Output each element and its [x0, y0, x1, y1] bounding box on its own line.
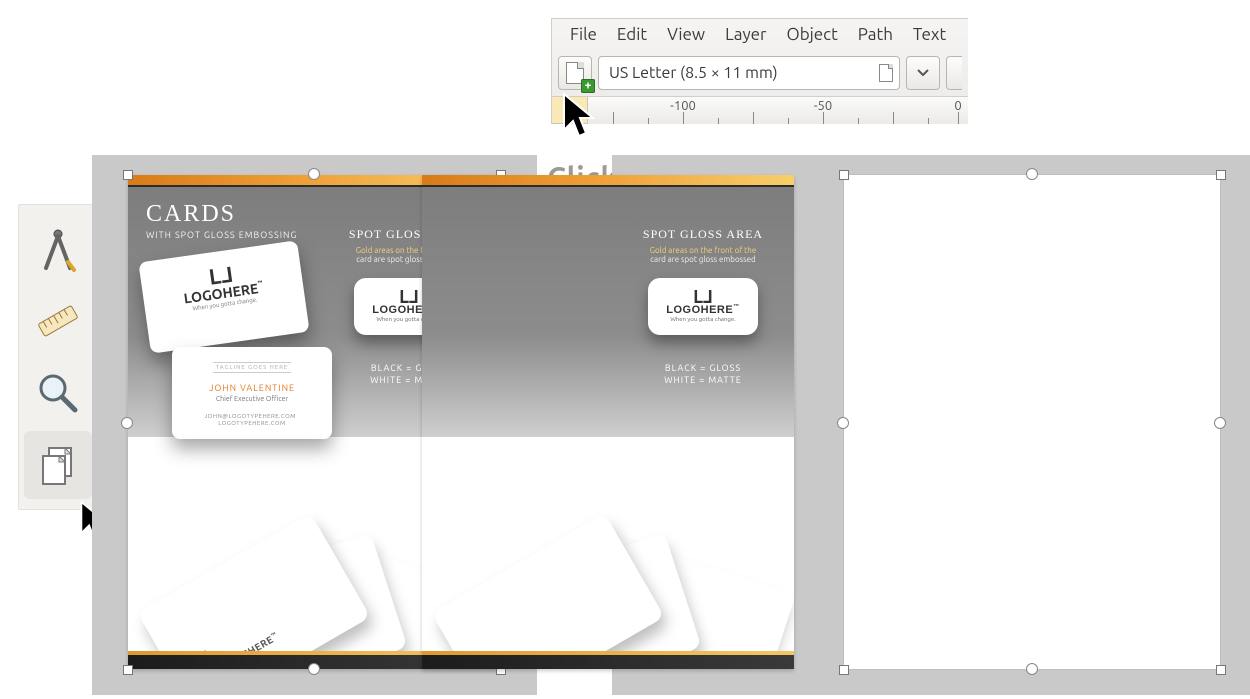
sel-handle[interactable]: [837, 417, 849, 429]
sel-handle[interactable]: [1216, 170, 1226, 180]
menu-file[interactable]: File: [560, 23, 607, 46]
page-toolbar: + US Letter (8.5 × 11 mm): [552, 52, 968, 96]
app-chrome: File Edit View Layer Object Path Text + …: [551, 18, 968, 124]
sel-handle[interactable]: [121, 417, 133, 429]
sample-card-logo: LL LOGOHERE™ When you gotta change.: [138, 240, 309, 353]
toolbar-overflow[interactable]: [946, 56, 962, 90]
sel-handle[interactable]: [1214, 417, 1226, 429]
page-2-blank[interactable]: [844, 175, 1220, 669]
page-orientation-icon: [879, 64, 893, 82]
menu-view[interactable]: View: [657, 23, 715, 46]
spot-gloss-block: SPOT GLOSS AREA Gold areas on the front …: [628, 227, 778, 385]
ruler-label: 0: [954, 99, 961, 113]
ruler-icon: [33, 296, 83, 346]
plus-icon: +: [581, 79, 595, 93]
sel-handle[interactable]: [1026, 663, 1038, 675]
layer-lock-icon[interactable]: [552, 97, 588, 124]
sel-handle[interactable]: [308, 168, 320, 180]
menu-path[interactable]: Path: [848, 23, 903, 46]
sel-handle[interactable]: [1216, 665, 1226, 675]
page-size-dropdown[interactable]: [906, 56, 940, 90]
tool-pages[interactable]: [24, 431, 92, 499]
menu-edit[interactable]: Edit: [607, 23, 657, 46]
canvas-after[interactable]: SPOT GLOSS AREA Gold areas on the front …: [612, 155, 1250, 695]
page-1-copy[interactable]: SPOT GLOSS AREA Gold areas on the front …: [422, 175, 794, 669]
ruler-label: -100: [670, 99, 696, 113]
ruler-label: -50: [814, 99, 832, 113]
page-size-label: US Letter (8.5 × 11 mm): [609, 64, 778, 82]
zoom-icon: [35, 370, 81, 416]
sel-handle[interactable]: [123, 665, 133, 675]
menu-bar: File Edit View Layer Object Path Text: [552, 19, 968, 52]
ruler-row: -100 -50 0: [552, 96, 968, 124]
sel-handle[interactable]: [839, 170, 849, 180]
side-tool-palette: [18, 204, 98, 510]
sel-handle[interactable]: [1026, 168, 1038, 180]
menu-text[interactable]: Text: [903, 23, 956, 46]
chevron-down-icon: [917, 69, 929, 77]
sel-handle[interactable]: [308, 663, 320, 675]
horizontal-ruler[interactable]: -100 -50 0: [588, 97, 968, 124]
menu-layer[interactable]: Layer: [715, 23, 776, 46]
tool-ruler[interactable]: [24, 287, 92, 355]
sample-card-person: TAGLINE GOES HERE JOHN VALENTINE Chief E…: [172, 347, 332, 439]
tool-zoom[interactable]: [24, 359, 92, 427]
sel-handle[interactable]: [123, 170, 133, 180]
menu-object[interactable]: Object: [777, 23, 848, 46]
compass-icon: [35, 226, 81, 272]
tool-compass[interactable]: [24, 215, 92, 283]
sel-handle[interactable]: [839, 665, 849, 675]
pages-icon: [35, 442, 81, 488]
new-page-button[interactable]: +: [558, 56, 592, 90]
page-size-select[interactable]: US Letter (8.5 × 11 mm): [598, 56, 900, 90]
